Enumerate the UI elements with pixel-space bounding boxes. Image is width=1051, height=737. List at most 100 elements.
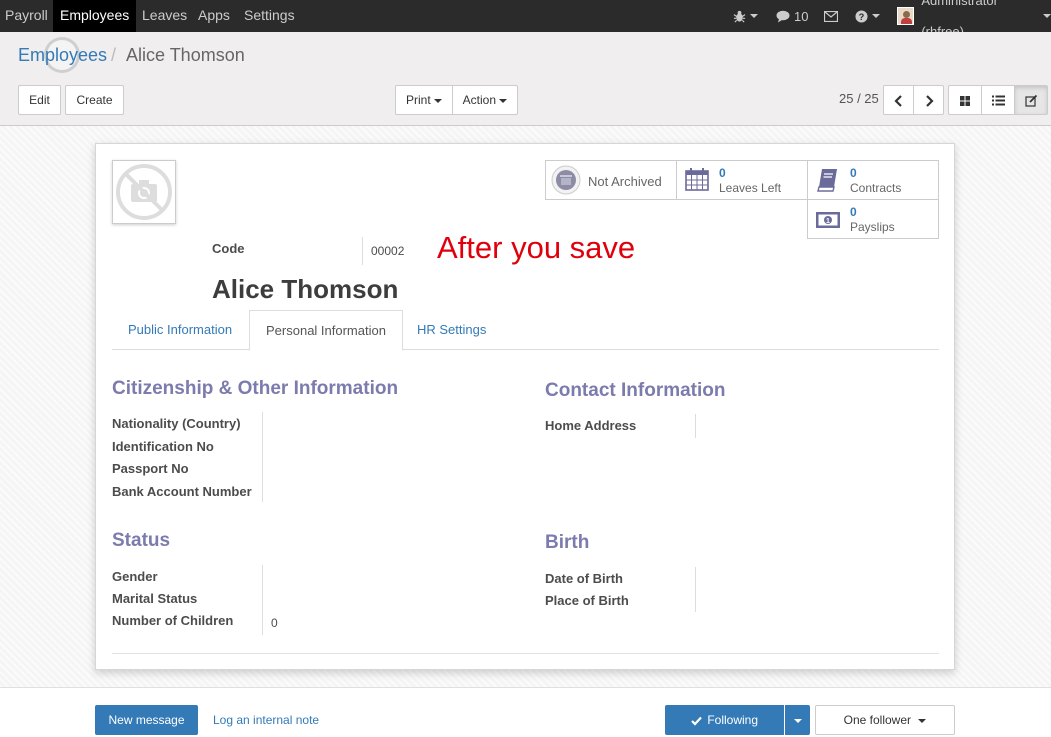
chevron-down-icon bbox=[434, 98, 443, 103]
bug-icon bbox=[733, 10, 746, 22]
employee-name: Alice Thomson bbox=[212, 274, 399, 304]
chevron-down-icon bbox=[793, 718, 802, 723]
home-address-label: Home Address bbox=[545, 418, 637, 433]
status-section-title: Status bbox=[112, 530, 171, 551]
payslips-count: 0 bbox=[850, 205, 857, 219]
kanban-icon bbox=[960, 95, 970, 106]
leaves-left-button[interactable]: 0 Leaves Left bbox=[676, 160, 808, 200]
gender-label: Gender bbox=[112, 569, 158, 584]
svg-text:1: 1 bbox=[826, 218, 830, 225]
book-icon bbox=[817, 169, 837, 192]
chevron-down-icon bbox=[750, 14, 758, 18]
contracts-label: Contracts bbox=[850, 181, 902, 195]
birth-divider bbox=[695, 567, 696, 612]
contracts-count: 0 bbox=[850, 166, 857, 180]
contact-section-title: Contact Information bbox=[545, 380, 726, 401]
tab-public-information[interactable]: Public Information bbox=[112, 310, 248, 350]
messages-count: 10 bbox=[794, 8, 809, 24]
kanban-view-button[interactable] bbox=[948, 85, 982, 115]
identification-no-label: Identification No bbox=[112, 439, 214, 454]
sheet-bottom-divider bbox=[112, 653, 939, 654]
action-button[interactable]: Action bbox=[452, 85, 518, 115]
code-value: 00002 bbox=[371, 244, 405, 258]
tab-hr-settings[interactable]: HR Settings bbox=[401, 310, 502, 350]
chevron-down-icon bbox=[918, 718, 927, 723]
code-divider bbox=[362, 237, 363, 265]
following-label: Following bbox=[707, 713, 759, 727]
help-menu[interactable]: ? bbox=[855, 0, 880, 32]
envelope-icon bbox=[824, 10, 838, 22]
edit-button[interactable]: Edit bbox=[18, 85, 61, 115]
control-panel: Employees / Alice Thomson Edit Create Pr… bbox=[0, 32, 1051, 126]
annotation-text: After you save bbox=[437, 230, 636, 265]
date-of-birth-label: Date of Birth bbox=[545, 571, 623, 586]
breadcrumb-current: Alice Thomson bbox=[126, 45, 245, 65]
chevron-right-icon bbox=[925, 95, 934, 107]
new-message-button[interactable]: New message bbox=[95, 705, 198, 735]
number-of-children-value: 0 bbox=[271, 616, 278, 630]
list-view-button[interactable] bbox=[981, 85, 1015, 115]
pager-next-button[interactable] bbox=[913, 85, 944, 115]
check-icon bbox=[691, 716, 702, 726]
bank-account-label: Bank Account Number bbox=[112, 484, 252, 499]
list-icon bbox=[991, 95, 1005, 106]
help-icon: ? bbox=[855, 9, 868, 23]
contracts-button[interactable]: 0 Contracts bbox=[807, 160, 939, 200]
tab-personal-information[interactable]: Personal Information bbox=[249, 310, 403, 351]
calendar-icon bbox=[685, 168, 709, 191]
number-of-children-label: Number of Children bbox=[112, 613, 234, 628]
employee-form-sheet: Not Archived 0 Leaves Left 0 Contracts 1… bbox=[95, 143, 955, 670]
breadcrumb-employees[interactable]: Employees bbox=[18, 45, 107, 66]
following-button[interactable]: Following bbox=[665, 705, 784, 735]
nationality-label: Nationality (Country) bbox=[112, 416, 241, 431]
menu-settings[interactable]: Settings bbox=[244, 0, 295, 32]
money-icon: 1 bbox=[816, 212, 840, 228]
form-tabs: Public Information Personal Information … bbox=[112, 310, 939, 351]
pager-value: 25 / 25 bbox=[839, 91, 879, 106]
payslips-button[interactable]: 1 0 Payslips bbox=[807, 199, 939, 239]
status-divider bbox=[262, 565, 263, 635]
leaves-left-label: Leaves Left bbox=[719, 181, 782, 195]
no-photo-icon bbox=[116, 164, 172, 220]
log-note-link[interactable]: Log an internal note bbox=[213, 713, 319, 727]
avatar bbox=[897, 7, 915, 25]
leaves-left-count: 0 bbox=[719, 166, 726, 180]
menu-apps[interactable]: Apps bbox=[198, 0, 230, 32]
menu-employees[interactable]: Employees bbox=[53, 0, 137, 32]
payslips-label: Payslips bbox=[850, 220, 895, 234]
print-button[interactable]: Print bbox=[395, 85, 453, 115]
followers-label: One follower bbox=[843, 713, 912, 727]
marital-status-label: Marital Status bbox=[112, 591, 198, 606]
create-button[interactable]: Create bbox=[65, 85, 124, 115]
form-view-button[interactable] bbox=[1014, 85, 1048, 115]
following-dropdown-button[interactable] bbox=[785, 705, 810, 735]
debug-menu[interactable] bbox=[733, 0, 758, 32]
employee-photo[interactable] bbox=[112, 160, 176, 224]
chat-icon bbox=[776, 10, 790, 22]
chevron-down-icon bbox=[1043, 14, 1051, 18]
print-label: Print bbox=[405, 93, 431, 107]
chevron-down-icon bbox=[872, 14, 880, 18]
action-label: Action bbox=[462, 93, 496, 107]
birth-section-title: Birth bbox=[545, 532, 590, 553]
edit-form-icon bbox=[1024, 95, 1037, 107]
pager-previous-button[interactable] bbox=[883, 85, 914, 115]
chevron-down-icon bbox=[499, 98, 508, 103]
code-label: Code bbox=[212, 241, 245, 256]
messages-menu[interactable]: 10 bbox=[776, 0, 808, 32]
contact-divider bbox=[695, 414, 696, 438]
menu-leaves[interactable]: Leaves bbox=[142, 0, 187, 32]
archive-toggle-button[interactable]: Not Archived bbox=[545, 160, 677, 200]
followers-button[interactable]: One follower bbox=[815, 705, 955, 735]
mail-button[interactable] bbox=[824, 0, 838, 32]
archive-icon bbox=[551, 165, 581, 195]
user-menu[interactable]: Administrator (rhfree) bbox=[897, 0, 1051, 39]
place-of-birth-label: Place of Birth bbox=[545, 593, 629, 608]
svg-text:?: ? bbox=[859, 12, 865, 22]
breadcrumb-separator: / bbox=[111, 45, 117, 65]
top-navbar: Payroll Employees Leaves Apps Settings 1… bbox=[0, 0, 1051, 39]
passport-no-label: Passport No bbox=[112, 461, 189, 476]
chevron-left-icon bbox=[893, 95, 902, 107]
citizenship-divider bbox=[262, 412, 263, 502]
menu-payroll[interactable]: Payroll bbox=[5, 0, 48, 32]
